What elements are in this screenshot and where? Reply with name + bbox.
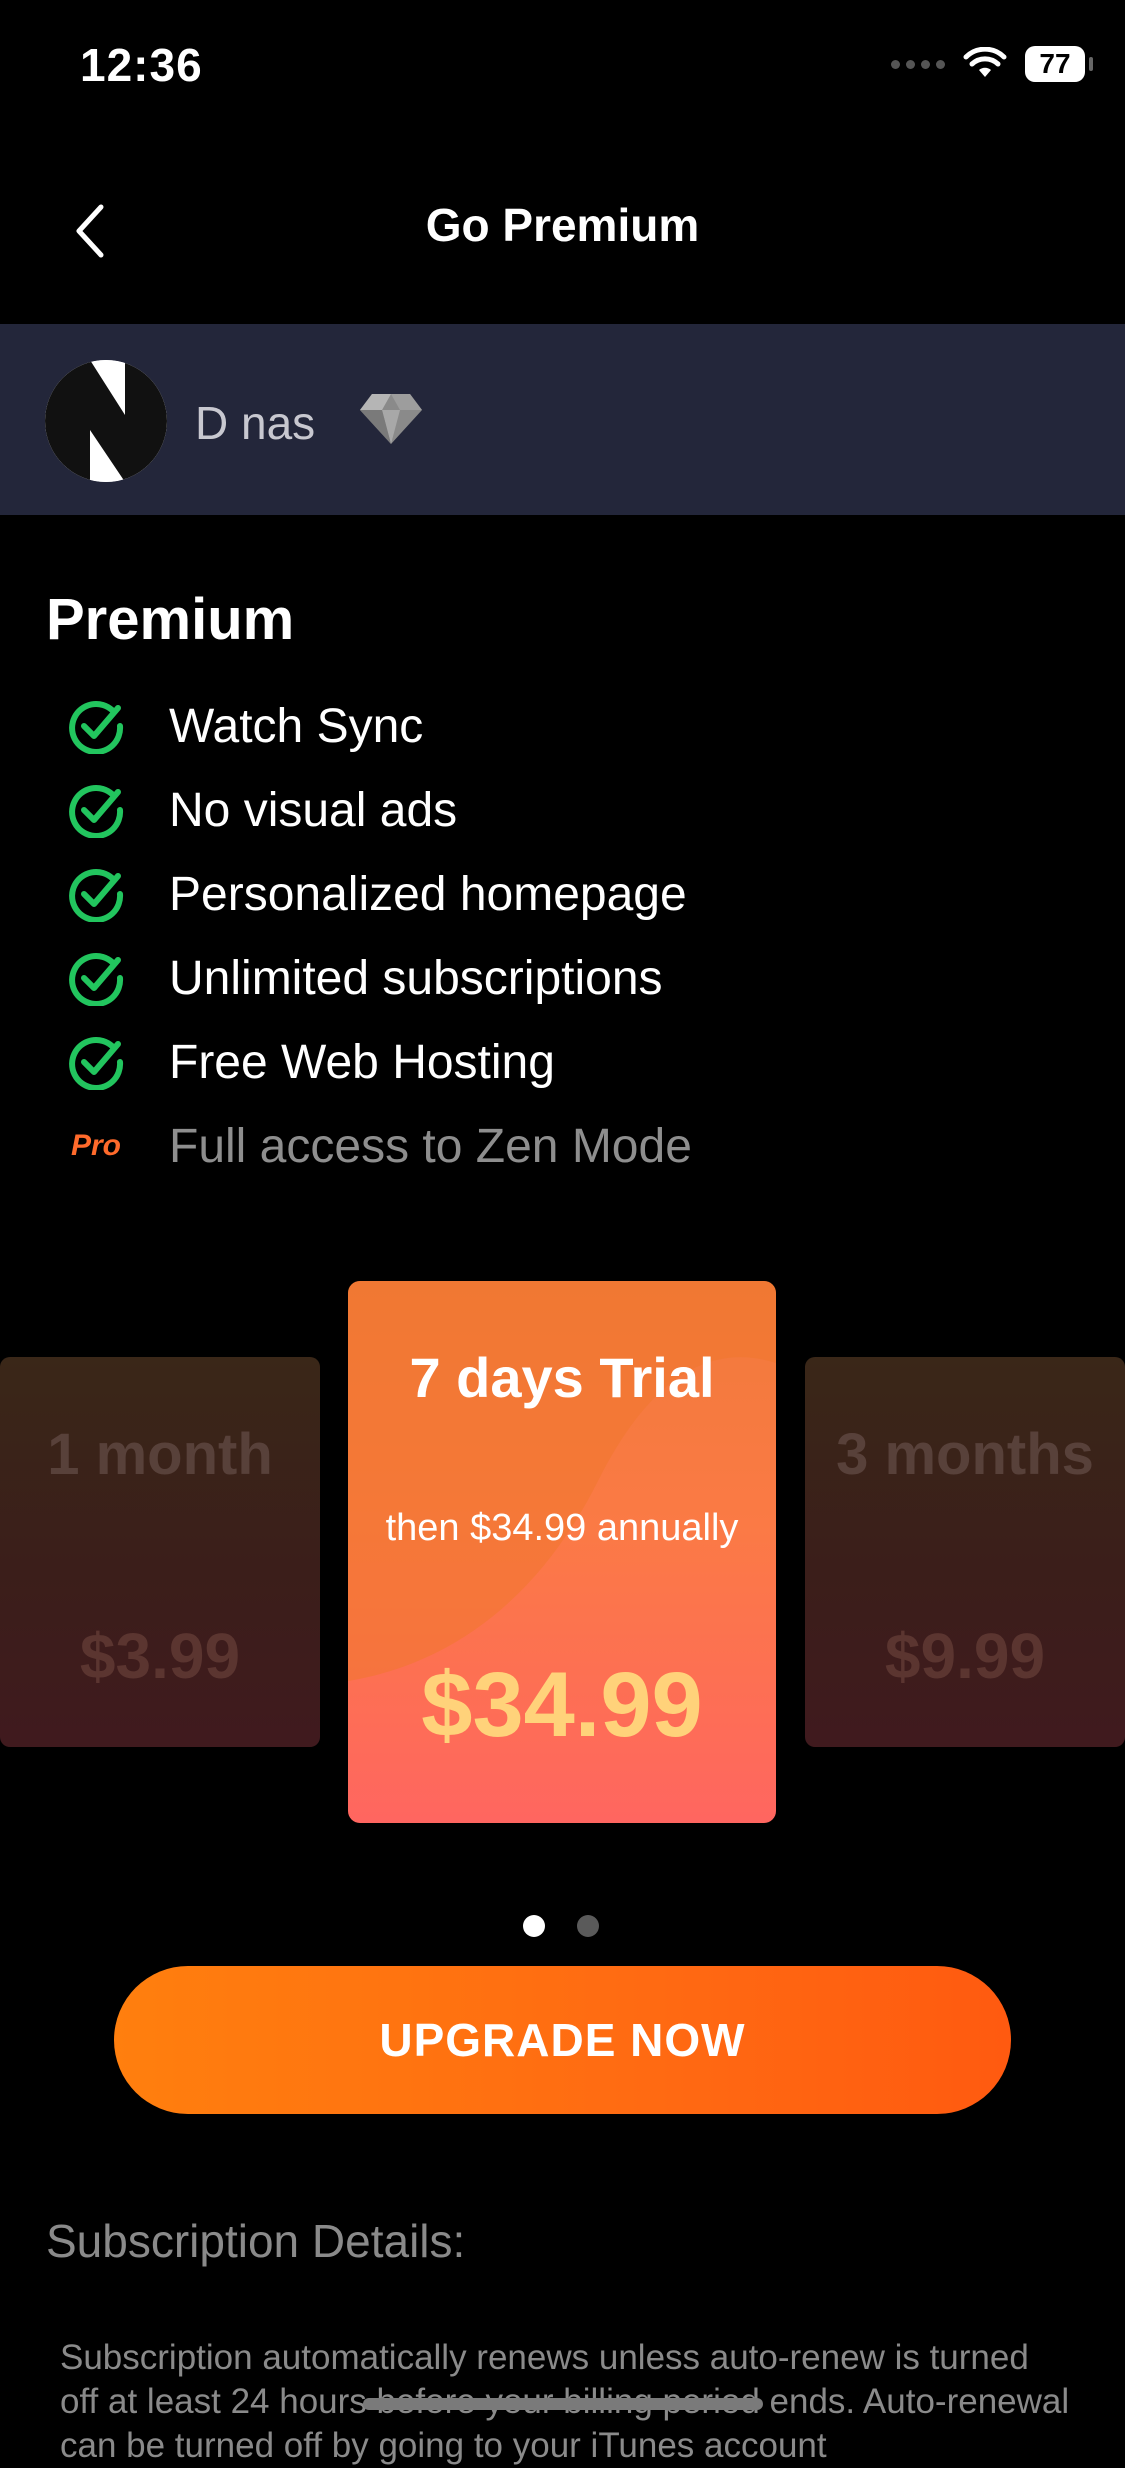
status-indicators: 77 [891,46,1093,82]
plan-name: 1 month [47,1422,273,1487]
page-dot-active[interactable] [523,1915,545,1937]
diamond-icon [360,394,422,444]
feature-label: Full access to Zen Mode [169,1119,692,1173]
pro-badge: Pro [68,1118,124,1174]
plan-card-3-months[interactable]: 3 months $9.99 [805,1357,1125,1747]
check-circle-icon [68,950,124,1006]
user-bar [0,324,1125,515]
subscription-details-title: Subscription Details: [46,2215,466,2267]
feature-label: No visual ads [169,783,458,837]
plan-price: $9.99 [884,1620,1046,1692]
check-circle-icon [68,782,124,838]
battery-icon: 77 [1025,46,1093,82]
feature-item: Free Web Hosting [68,1032,555,1092]
cellular-signal-icon [891,59,945,69]
plan-subtitle: then $34.99 annually [385,1507,739,1549]
plan-name: 3 months [836,1422,1094,1487]
feature-item: Watch Sync [68,696,423,756]
check-circle-icon [68,1034,124,1090]
feature-item: Personalized homepage [68,864,687,924]
feature-item: No visual ads [68,780,457,840]
feature-item: Pro Full access to Zen Mode [68,1116,692,1176]
feature-item: Unlimited subscriptions [68,948,663,1008]
check-circle-icon [68,698,124,754]
feature-label: Free Web Hosting [169,1035,555,1089]
premium-title: Premium [46,587,295,652]
page-dot[interactable] [577,1915,599,1937]
plan-name: 7 days Trial [409,1346,715,1409]
upgrade-now-button[interactable]: UPGRADE NOW [114,1966,1011,2114]
wifi-icon [963,47,1007,77]
page-title: Go Premium [425,199,700,251]
plan-price: $3.99 [79,1620,241,1692]
page-indicator [523,1915,599,1937]
plan-price: $34.99 [421,1654,703,1756]
feature-label: Personalized homepage [169,867,687,921]
feature-label: Watch Sync [169,699,424,753]
home-indicator[interactable] [363,2398,763,2410]
feature-label: Unlimited subscriptions [169,951,663,1005]
plan-card-1-month[interactable]: 1 month $3.99 [0,1357,320,1747]
plan-card-trial[interactable]: 7 days Trial then $34.99 annually $34.99 [348,1281,776,1823]
check-circle-icon [68,866,124,922]
user-name: D nas [195,397,316,449]
status-time: 12:36 [80,39,203,91]
pro-badge-label: Pro [70,1129,121,1162]
n-logo-icon [45,360,167,482]
avatar[interactable] [45,360,167,482]
